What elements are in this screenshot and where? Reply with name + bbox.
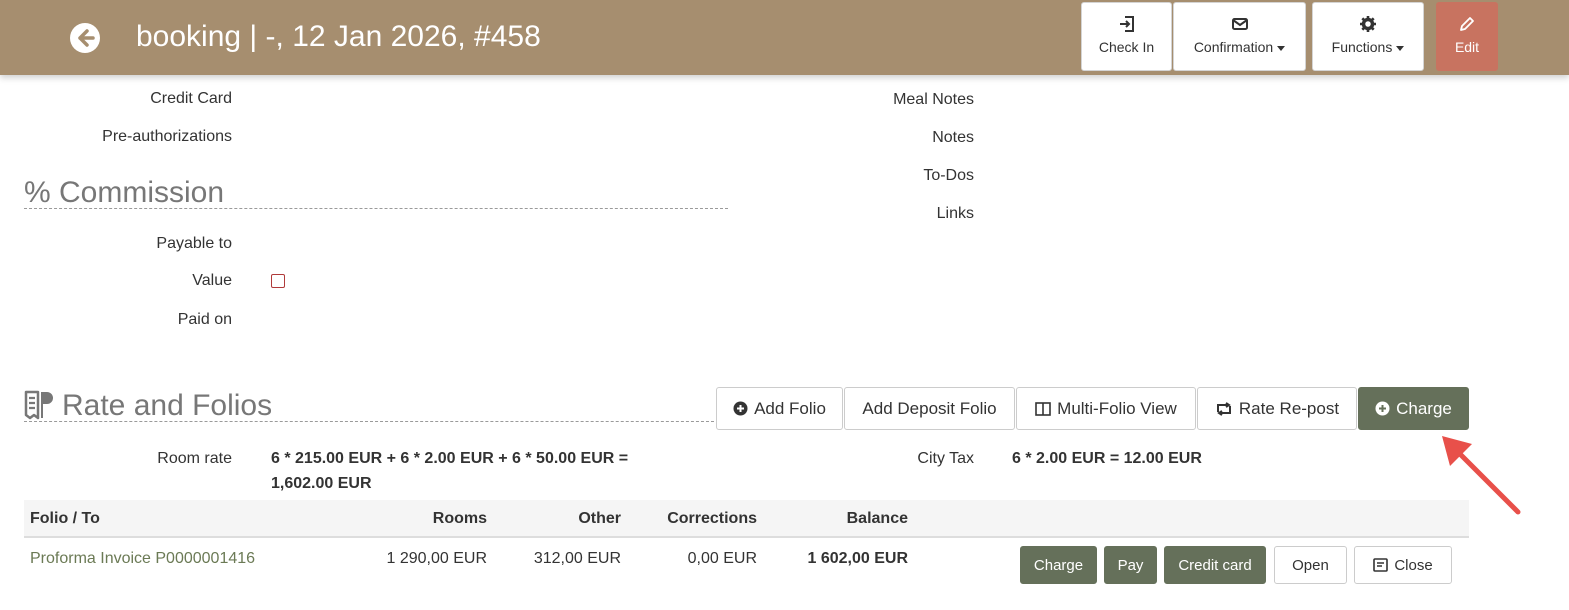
plus-circle-icon xyxy=(733,401,748,416)
credit-card-button-label: Credit card xyxy=(1178,556,1252,574)
links-label: Links xyxy=(936,205,974,222)
rates-divider xyxy=(24,421,714,422)
close-label: Close xyxy=(1394,556,1433,574)
multi-folio-view-label: Multi-Folio View xyxy=(1057,398,1177,418)
commission-section-title: % Commission xyxy=(24,176,225,209)
functions-label: Functions xyxy=(1313,39,1423,55)
room-rate-total: 1,602.00 EUR xyxy=(271,475,372,492)
chevron-down-icon xyxy=(1277,45,1286,51)
annotation-arrow-icon xyxy=(1442,436,1521,515)
charge-button[interactable]: Charge xyxy=(1358,387,1469,430)
note-icon xyxy=(1373,558,1389,572)
rate-repost-button[interactable]: Rate Re-post xyxy=(1197,387,1357,430)
page-title: booking | -, 12 Jan 2026, #458 xyxy=(136,20,541,53)
rooms-cell: 1 290,00 EUR xyxy=(386,550,487,567)
other-cell: 312,00 EUR xyxy=(533,550,621,567)
pencil-icon xyxy=(1460,17,1474,31)
commission-value-checkbox[interactable] xyxy=(271,274,285,288)
pay-label: Pay xyxy=(1117,556,1144,574)
meal-notes-label: Meal Notes xyxy=(893,91,974,108)
open-label: Open xyxy=(1292,556,1329,574)
pay-button[interactable]: Pay xyxy=(1104,546,1157,584)
receipt-icon xyxy=(24,390,53,420)
add-folio-label: Add Folio xyxy=(754,398,826,418)
payable-to-label: Payable to xyxy=(156,235,232,252)
check-in-button[interactable]: Check In xyxy=(1081,2,1172,71)
rates-section-title: Rate and Folios xyxy=(62,389,273,422)
column-header-rooms: Rooms xyxy=(432,510,487,527)
close-button[interactable]: Close xyxy=(1354,546,1452,584)
retweet-icon xyxy=(1216,401,1231,416)
confirmation-button[interactable]: Confirmation xyxy=(1173,2,1306,71)
open-button[interactable]: Open xyxy=(1274,546,1347,584)
charge-label: Charge xyxy=(1396,398,1452,418)
rate-repost-label: Rate Re-post xyxy=(1238,398,1340,418)
city-tax-value: 6 * 2.00 EUR = 12.00 EUR xyxy=(1012,450,1202,467)
functions-button[interactable]: Functions xyxy=(1312,2,1424,71)
multi-folio-view-button[interactable]: Multi-Folio View xyxy=(1016,387,1196,430)
edit-button[interactable]: Edit xyxy=(1436,2,1498,71)
column-header-balance: Balance xyxy=(846,510,908,527)
todos-label: To-Dos xyxy=(923,167,974,184)
paid-on-label: Paid on xyxy=(177,311,232,328)
add-deposit-folio-label: Add Deposit Folio xyxy=(862,398,997,418)
confirmation-label: Confirmation xyxy=(1174,39,1305,55)
columns-icon xyxy=(1035,401,1051,416)
edit-label: Edit xyxy=(1454,39,1480,55)
credit-card-label: Credit Card xyxy=(150,90,232,107)
balance-cell: 1 602,00 EUR xyxy=(807,550,908,567)
room-rate-value: 6 * 215.00 EUR + 6 * 2.00 EUR + 6 * 50.0… xyxy=(271,450,629,467)
chevron-down-icon xyxy=(1396,45,1405,51)
pre-authorizations-label: Pre-authorizations xyxy=(102,128,232,145)
page-header: booking | -, 12 Jan 2026, #458 Check In … xyxy=(0,0,1569,75)
room-rate-label: Room rate xyxy=(157,450,232,467)
city-tax-label: City Tax xyxy=(917,450,974,467)
commission-divider xyxy=(24,208,728,209)
plus-circle-icon xyxy=(1375,401,1390,416)
envelope-icon xyxy=(1231,18,1248,30)
folio-link[interactable]: Proforma Invoice P0000001416 xyxy=(30,550,255,568)
column-header-other: Other xyxy=(578,510,621,527)
row-charge-label: Charge xyxy=(1033,556,1084,574)
gear-icon xyxy=(1360,16,1376,32)
row-charge-button[interactable]: Charge xyxy=(1020,546,1097,584)
column-header-folio: Folio / To xyxy=(30,510,100,527)
column-header-corrections: Corrections xyxy=(667,510,757,527)
add-deposit-folio-button[interactable]: Add Deposit Folio xyxy=(844,387,1015,430)
check-in-label: Check In xyxy=(1098,39,1155,55)
back-arrow-icon[interactable] xyxy=(68,21,102,55)
sign-in-icon xyxy=(1119,16,1134,32)
add-folio-button[interactable]: Add Folio xyxy=(716,387,843,430)
credit-card-button[interactable]: Credit card xyxy=(1164,546,1266,584)
value-label: Value xyxy=(192,272,232,289)
notes-label: Notes xyxy=(932,129,974,146)
corrections-cell: 0,00 EUR xyxy=(687,550,757,567)
